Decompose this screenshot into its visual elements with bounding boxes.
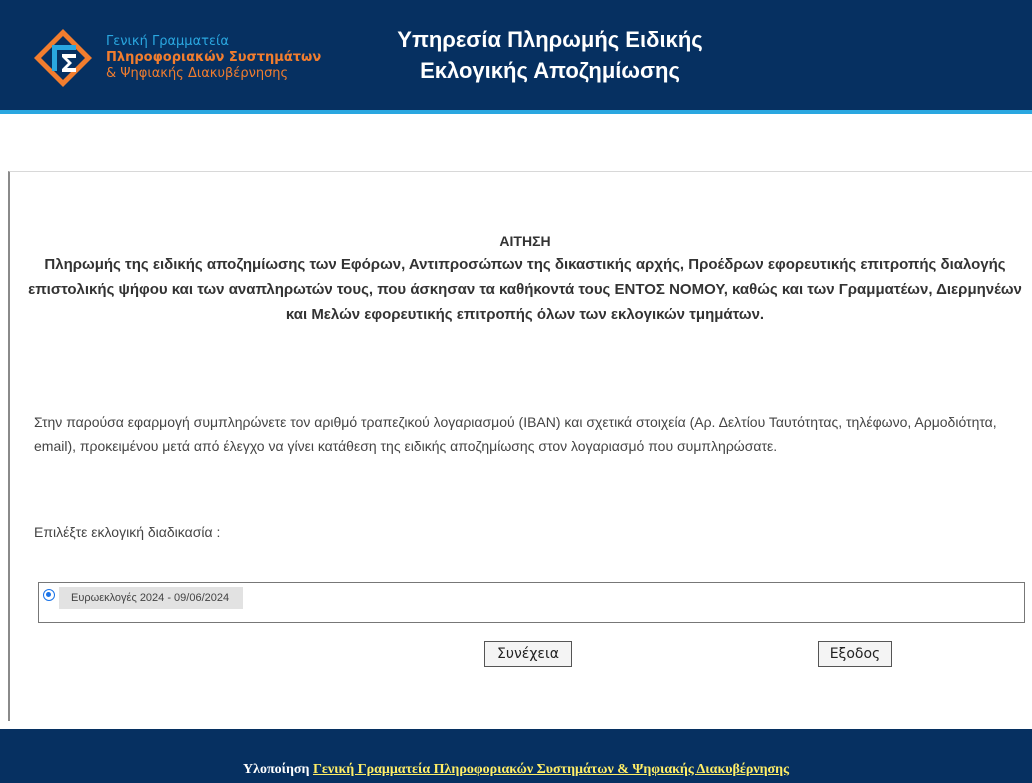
election-options-list: Ευρωεκλογές 2024 - 09/06/2024 — [38, 582, 1025, 623]
exit-button[interactable]: Εξοδος — [818, 641, 892, 667]
election-option-label[interactable]: Ευρωεκλογές 2024 - 09/06/2024 — [59, 587, 244, 609]
choose-election-label: Επιλέξτε εκλογική διαδικασία : — [34, 524, 221, 540]
page-title: Υπηρεσία Πληρωμής Ειδικής Εκλογικής Αποζ… — [370, 24, 730, 86]
application-panel: ΑΙΤΗΣΗ Πληρωμής της ειδικής αποζημίωσης … — [8, 171, 1032, 721]
footer-credits: Υλοποίηση Γενική Γραμματεία Πληροφοριακώ… — [0, 762, 1032, 778]
footer-prefix: Υλοποίηση — [242, 762, 310, 777]
footer-link[interactable]: Γενική Γραμματεία Πληροφοριακών Συστημάτ… — [313, 762, 789, 777]
logo-line-2: Πληροφοριακών Συστημάτων — [106, 50, 322, 65]
intro-text: Στην παρούσα εφαρμογή συμπληρώνετε τον α… — [34, 414, 997, 454]
logo-line-1: Γενική Γραμματεία — [106, 34, 229, 49]
continue-button[interactable]: Συνέχεια — [484, 641, 572, 667]
logo-text: Γενική Γραμματεία Πληροφοριακών Συστημάτ… — [106, 34, 321, 82]
gsis-logo-icon — [34, 29, 92, 87]
application-heading: ΑΙΤΗΣΗ — [499, 233, 551, 249]
election-radio[interactable] — [43, 589, 55, 601]
gsis-logo[interactable]: Γενική Γραμματεία Πληροφοριακών Συστημάτ… — [32, 13, 342, 99]
application-description: Πληρωμής της ειδικής αποζημίωσης των Εφό… — [28, 256, 1022, 323]
page-header: Γενική Γραμματεία Πληροφοριακών Συστημάτ… — [0, 0, 1032, 114]
title-line-2: Εκλογικής Αποζημίωσης — [420, 58, 680, 83]
spacer-band — [0, 114, 1032, 171]
title-line-1: Υπηρεσία Πληρωμής Ειδικής — [397, 27, 703, 52]
page-footer: Υλοποίηση Γενική Γραμματεία Πληροφοριακώ… — [0, 729, 1032, 783]
logo-line-3: & Ψηφιακής Διακυβέρνησης — [106, 66, 289, 81]
